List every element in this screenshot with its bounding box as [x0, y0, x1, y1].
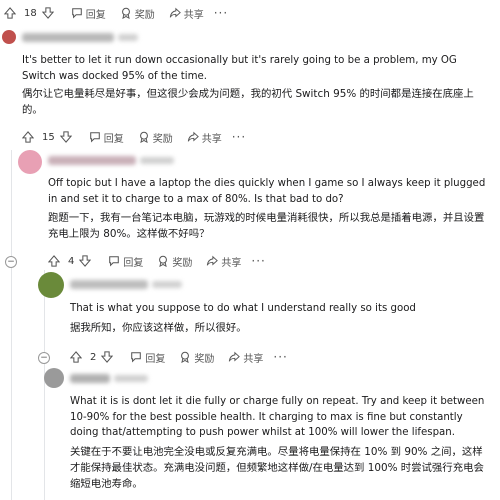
- award-button[interactable]: 奖励: [157, 254, 192, 269]
- reply-button[interactable]: 回复: [130, 350, 165, 365]
- reply-label: 回复: [123, 257, 144, 269]
- reply-icon: [89, 132, 100, 143]
- comment-timestamp: [114, 375, 148, 382]
- vote-group: 18: [4, 7, 57, 19]
- downvote-icon[interactable]: [41, 7, 54, 19]
- reply-label: 回复: [145, 353, 166, 365]
- more-options-icon[interactable]: ···: [214, 6, 228, 20]
- thread-line: [44, 270, 45, 500]
- avatar[interactable]: [18, 150, 42, 174]
- award-button[interactable]: 奖励: [179, 350, 214, 365]
- upvote-icon[interactable]: [4, 7, 16, 19]
- share-button[interactable]: 共享: [228, 350, 263, 365]
- share-label: 共享: [183, 9, 204, 21]
- downvote-icon[interactable]: [101, 351, 114, 363]
- collapse-thread-icon[interactable]: −: [5, 256, 17, 268]
- thread-line: [11, 150, 12, 500]
- comment-text: What it is is dont let it die fully or c…: [70, 396, 485, 438]
- vote-group: 4: [48, 255, 94, 267]
- share-label: 共享: [201, 133, 222, 145]
- avatar[interactable]: [44, 368, 64, 388]
- downvote-icon[interactable]: [79, 255, 92, 267]
- more-options-icon[interactable]: ···: [251, 254, 265, 268]
- upvote-icon[interactable]: [48, 255, 60, 267]
- reply-button[interactable]: 回复: [89, 130, 124, 145]
- comment-timestamp: [118, 34, 138, 41]
- reply-button[interactable]: 回复: [71, 6, 106, 21]
- share-button[interactable]: 共享: [187, 130, 222, 145]
- vote-group: 15: [22, 131, 75, 143]
- award-label: 奖励: [134, 9, 155, 21]
- vote-count: 15: [42, 131, 55, 143]
- award-label: 奖励: [172, 257, 193, 269]
- award-icon: [181, 351, 190, 363]
- vote-count: 18: [24, 7, 37, 19]
- share-button[interactable]: 共享: [169, 6, 204, 21]
- reply-label: 回复: [85, 9, 106, 21]
- comment-translation: 据我所知，你应该这样做，所以很好。: [70, 322, 247, 334]
- reply-icon: [71, 8, 82, 19]
- award-label: 奖励: [152, 133, 173, 145]
- vote-count: 2: [90, 351, 97, 363]
- share-icon: [187, 131, 199, 142]
- downvote-icon[interactable]: [59, 131, 72, 143]
- username[interactable]: [70, 280, 148, 289]
- comment-actions: 4 回复 奖励 共享 ···: [48, 252, 266, 270]
- collapse-thread-icon[interactable]: −: [38, 352, 50, 364]
- comment-actions: 2 回复 奖励 共享 ···: [70, 348, 288, 366]
- username[interactable]: [22, 33, 114, 42]
- reply-icon: [109, 256, 120, 267]
- award-label: 奖励: [194, 353, 215, 365]
- share-icon: [169, 7, 181, 18]
- comment-translation: 关键在于不要让电池完全没电或反复充满电。尽量将电量保持在 10% 到 90% 之…: [70, 446, 484, 490]
- comment-text: Off topic but I have a laptop the dies q…: [48, 178, 486, 205]
- avatar[interactable]: [38, 272, 64, 298]
- vote-group: 2: [70, 351, 116, 363]
- award-button[interactable]: 奖励: [138, 130, 173, 145]
- comment-timestamp: [152, 281, 182, 288]
- avatar[interactable]: [2, 30, 16, 44]
- share-label: 共享: [243, 353, 264, 365]
- comment-translation: 偶尔让它电量耗尽是好事，但这很少会成为问题，我的初代 Switch 95% 的时…: [22, 88, 474, 116]
- vote-count: 4: [68, 255, 75, 267]
- more-options-icon[interactable]: ···: [273, 350, 287, 364]
- share-icon: [207, 255, 219, 266]
- award-icon: [139, 131, 148, 143]
- award-button[interactable]: 奖励: [120, 6, 155, 21]
- comment-actions: 18 回复 奖励 共享 ···: [4, 4, 228, 22]
- award-icon: [121, 7, 130, 19]
- comment-actions: 15 回复 奖励 共享 ···: [22, 128, 246, 146]
- upvote-icon[interactable]: [70, 351, 82, 363]
- more-options-icon[interactable]: ···: [232, 130, 246, 144]
- comment-text: It's better to let it run down occasiona…: [22, 55, 457, 82]
- share-label: 共享: [221, 257, 242, 269]
- comment-timestamp: [140, 157, 174, 164]
- reply-button[interactable]: 回复: [108, 254, 143, 269]
- username[interactable]: [48, 156, 136, 165]
- share-icon: [229, 351, 241, 362]
- upvote-icon[interactable]: [22, 131, 34, 143]
- comment-translation: 跑题一下，我有一台笔记本电脑，玩游戏的时候电量消耗很快，所以我总是插着电源，并且…: [48, 212, 485, 240]
- share-button[interactable]: 共享: [206, 254, 241, 269]
- username[interactable]: [70, 374, 110, 383]
- comment-text: That is what you suppose to do what I un…: [70, 303, 416, 314]
- award-icon: [159, 255, 168, 267]
- reply-label: 回复: [103, 133, 124, 145]
- reply-icon: [131, 352, 142, 363]
